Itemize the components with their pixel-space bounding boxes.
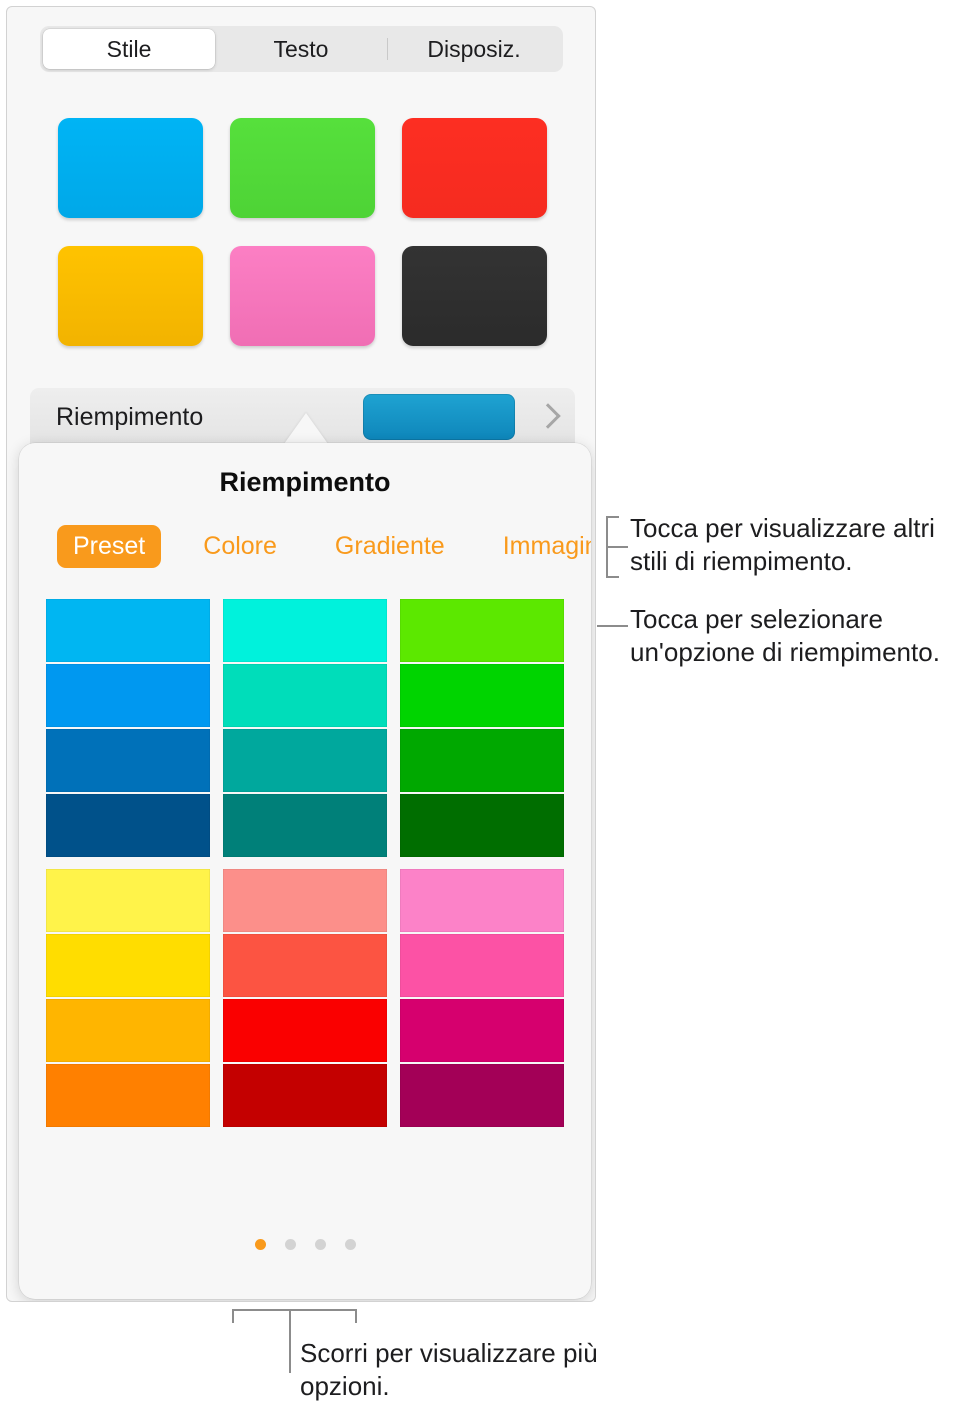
color-swatch[interactable] xyxy=(400,999,564,1062)
color-swatch[interactable] xyxy=(400,794,564,857)
inspector-tab-bar[interactable]: Stile Testo Disposiz. xyxy=(40,26,563,72)
color-swatch[interactable] xyxy=(46,934,210,997)
fill-popover: Riempimento Preset Colore Gradiente Imma… xyxy=(19,443,591,1299)
color-swatch[interactable] xyxy=(223,794,387,857)
color-grid-warm xyxy=(46,869,564,1127)
popover-arrow xyxy=(284,413,328,444)
color-swatch[interactable] xyxy=(46,1064,210,1127)
chevron-right-icon[interactable] xyxy=(537,400,557,434)
color-swatch[interactable] xyxy=(46,599,210,662)
tab-disposizione[interactable]: Disposiz. xyxy=(388,29,560,69)
format-inspector-panel: Stile Testo Disposiz. Riempimento Riempi… xyxy=(6,6,596,1302)
color-swatch[interactable] xyxy=(400,664,564,727)
color-swatch[interactable] xyxy=(223,664,387,727)
callout-more-fill-styles: Tocca per visualizzare altri stili di ri… xyxy=(630,513,935,576)
callout-select-fill-option: Tocca per selezionare un'opzione di riem… xyxy=(630,604,940,667)
color-swatch[interactable] xyxy=(223,869,387,932)
callout-1-leader-bottom xyxy=(606,576,619,578)
style-preset-dark[interactable] xyxy=(402,246,547,346)
style-preset-red[interactable] xyxy=(402,118,547,218)
color-swatch[interactable] xyxy=(400,1064,564,1127)
fill-current-swatch[interactable] xyxy=(363,394,515,440)
fill-tab-preset[interactable]: Preset xyxy=(57,525,162,568)
color-swatch[interactable] xyxy=(400,599,564,662)
callout-1-leader-stub xyxy=(606,546,628,548)
teal-column xyxy=(223,599,387,857)
red-column xyxy=(223,869,387,1127)
magenta-column xyxy=(400,869,564,1127)
color-swatch[interactable] xyxy=(400,729,564,792)
yellow-column xyxy=(46,869,210,1127)
color-swatch[interactable] xyxy=(46,729,210,792)
page-dot[interactable] xyxy=(284,1239,296,1250)
style-preset-blue[interactable] xyxy=(58,118,203,218)
page-dot[interactable] xyxy=(254,1239,266,1250)
color-swatch[interactable] xyxy=(223,599,387,662)
callout-1-leader-top xyxy=(606,516,619,518)
page-indicator[interactable] xyxy=(19,1239,591,1250)
callout-3-leader-stem xyxy=(289,1309,291,1373)
color-swatch[interactable] xyxy=(223,999,387,1062)
tab-testo[interactable]: Testo xyxy=(215,29,387,69)
tab-stile[interactable]: Stile xyxy=(43,29,215,69)
page-dot[interactable] xyxy=(344,1239,356,1250)
color-swatch[interactable] xyxy=(223,934,387,997)
style-preset-grid xyxy=(58,118,548,346)
fill-tab-immagine[interactable]: Immagine xyxy=(487,525,591,568)
callout-scroll-more-options: Scorri per visualizzare più opzioni. xyxy=(300,1338,598,1401)
fill-tab-gradiente[interactable]: Gradiente xyxy=(319,525,461,568)
color-grid-cool xyxy=(46,599,564,857)
color-swatch[interactable] xyxy=(46,869,210,932)
callout-3-leader-left xyxy=(232,1309,234,1323)
color-swatch[interactable] xyxy=(46,664,210,727)
style-preset-green[interactable] xyxy=(230,118,375,218)
callout-2-leader-line xyxy=(597,625,628,627)
blue-column xyxy=(46,599,210,857)
fill-tab-colore[interactable]: Colore xyxy=(187,525,293,568)
color-swatch[interactable] xyxy=(400,934,564,997)
style-preset-yellow[interactable] xyxy=(58,246,203,346)
color-swatch[interactable] xyxy=(223,1064,387,1127)
callout-3-leader-bracket xyxy=(232,1309,357,1311)
style-preset-pink[interactable] xyxy=(230,246,375,346)
color-swatch[interactable] xyxy=(46,794,210,857)
callout-3-leader-right xyxy=(355,1309,357,1323)
color-swatch[interactable] xyxy=(223,729,387,792)
popover-title: Riempimento xyxy=(219,467,391,497)
fill-type-tabs[interactable]: Preset Colore Gradiente Immagine xyxy=(57,525,591,568)
color-swatch[interactable] xyxy=(400,869,564,932)
color-swatch[interactable] xyxy=(46,999,210,1062)
green-column xyxy=(400,599,564,857)
page-dot[interactable] xyxy=(314,1239,326,1250)
